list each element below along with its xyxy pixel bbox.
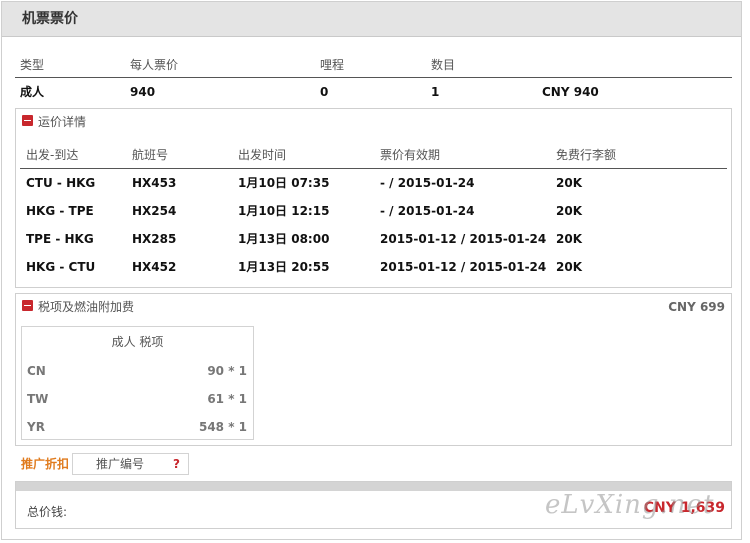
route: TPE - HKG: [26, 232, 94, 246]
minus-square-icon[interactable]: [22, 300, 33, 311]
price-per-person: 940: [130, 85, 156, 99]
fare-validity: 2015-01-12 / 2015-01-24: [380, 232, 547, 246]
table-row: TW 61 * 1: [22, 385, 253, 413]
tax-breakdown-table: 成人 税项 CN 90 * 1 TW 61 * 1 YR 548 * 1: [21, 326, 254, 440]
tax-value: 61 * 1: [207, 392, 247, 406]
fare-validity: - / 2015-01-24: [380, 176, 475, 190]
summary-total: CNY 940: [542, 85, 599, 99]
col-flight: 航班号: [132, 148, 169, 162]
tax-value: 90 * 1: [207, 364, 247, 378]
summary-row: 成人 940 0 1 CNY 940: [15, 78, 732, 106]
summary-header-row: 类型 每人票价 哩程 数目: [15, 52, 732, 78]
taxes-section: 税项及燃油附加费 CNY 699 成人 税项 CN 90 * 1 TW 61 *…: [15, 293, 732, 446]
col-miles: 哩程: [320, 58, 345, 72]
flight-number: HX453: [132, 176, 177, 190]
table-row: HKG - CTU HX452 1月13日 20:55 2015-01-12 /…: [20, 253, 727, 281]
departure-time: 1月13日 20:55: [238, 260, 330, 274]
col-time: 出发时间: [238, 148, 287, 162]
tax-code: TW: [27, 392, 49, 406]
fare-header-row: 出发-到达 航班号 出发时间 票价有效期 免费行李额: [20, 141, 727, 169]
fare-details-table: 出发-到达 航班号 出发时间 票价有效期 免费行李额 CTU - HKG HX4…: [20, 141, 727, 281]
col-count: 数目: [431, 58, 456, 72]
flight-number: HX452: [132, 260, 177, 274]
table-row: HKG - TPE HX254 1月10日 12:15 - / 2015-01-…: [20, 197, 727, 225]
fare-details-toggle[interactable]: 运价详情: [16, 109, 731, 135]
tax-code: CN: [27, 364, 46, 378]
promo-label: 推广折扣: [21, 457, 70, 471]
table-row: YR 548 * 1: [22, 413, 253, 441]
question-mark-icon[interactable]: ?: [173, 453, 180, 475]
count-value: 1: [431, 85, 440, 99]
panel-title: 机票票价: [2, 2, 741, 37]
departure-time: 1月10日 12:15: [238, 204, 330, 218]
route: CTU - HKG: [26, 176, 96, 190]
table-row: TPE - HKG HX285 1月13日 08:00 2015-01-12 /…: [20, 225, 727, 253]
col-route: 出发-到达: [26, 148, 79, 162]
fare-validity: - / 2015-01-24: [380, 204, 475, 218]
passenger-type: 成人: [20, 85, 45, 99]
baggage-allowance: 20K: [556, 204, 582, 218]
departure-time: 1月13日 08:00: [238, 232, 330, 246]
tax-value: 548 * 1: [198, 420, 247, 434]
fare-validity: 2015-01-12 / 2015-01-24: [380, 260, 547, 274]
route: HKG - CTU: [26, 260, 96, 274]
fare-panel: 机票票价 类型 每人票价 哩程 数目 成人 940 0 1 CNY 940 运价…: [1, 1, 742, 540]
fare-details-title: 运价详情: [38, 115, 87, 129]
minus-square-icon[interactable]: [22, 115, 33, 126]
fare-details-section: 运价详情 出发-到达 航班号 出发时间 票价有效期 免费行李额 CTU - HK…: [15, 108, 732, 288]
watermark: eLvXing.net: [545, 490, 715, 520]
flight-number: HX285: [132, 232, 177, 246]
table-row: CTU - HKG HX453 1月10日 07:35 - / 2015-01-…: [20, 169, 727, 197]
miles-value: 0: [320, 85, 329, 99]
table-row: CN 90 * 1: [22, 357, 253, 385]
col-baggage: 免费行李额: [556, 148, 617, 162]
route: HKG - TPE: [26, 204, 94, 218]
tax-caption: 成人 税项: [111, 335, 164, 349]
taxes-total: CNY 699: [668, 300, 725, 314]
col-type: 类型: [20, 58, 45, 72]
departure-time: 1月10日 07:35: [238, 176, 330, 190]
total-label: 总价钱:: [27, 505, 68, 519]
tax-code: YR: [27, 420, 45, 434]
promo-code-input[interactable]: 推广编号: [72, 453, 189, 475]
taxes-title: 税项及燃油附加费: [38, 300, 135, 314]
col-price: 每人票价: [130, 58, 179, 72]
taxes-toggle[interactable]: 税项及燃油附加费 CNY 699: [16, 294, 731, 320]
flight-number: HX254: [132, 204, 177, 218]
baggage-allowance: 20K: [556, 232, 582, 246]
fare-summary-table: 类型 每人票价 哩程 数目 成人 940 0 1 CNY 940: [15, 52, 732, 106]
col-validity: 票价有效期: [380, 148, 441, 162]
baggage-allowance: 20K: [556, 260, 582, 274]
baggage-allowance: 20K: [556, 176, 582, 190]
